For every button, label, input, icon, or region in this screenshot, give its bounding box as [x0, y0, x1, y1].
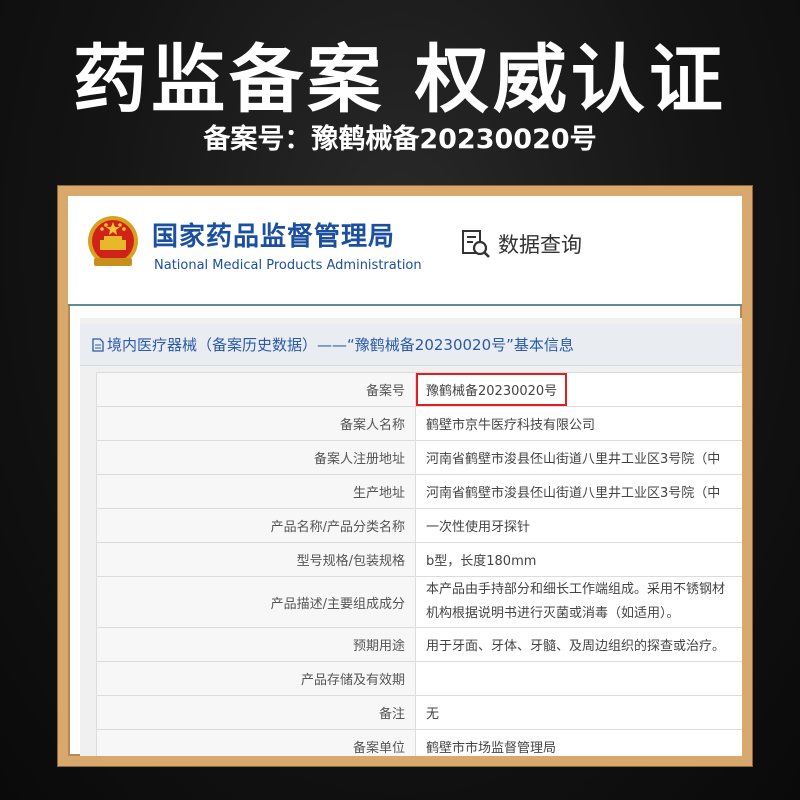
row-label-product-name: 产品名称/产品分类名称	[96, 508, 416, 543]
org-name-english: National Medical Products Administration	[154, 258, 422, 273]
row-value-production-address: 河南省鹤壁市浚县伾山街道八里井工业区3号院（中	[415, 474, 742, 509]
table-row: 备案号 豫鹤械备20230020号	[96, 372, 742, 407]
row-value-registered-address: 河南省鹤壁市浚县伾山街道八里井工业区3号院（中	[415, 440, 742, 475]
row-value-filing-authority: 鹤壁市市场监督管理局	[415, 729, 742, 756]
national-emblem-icon	[88, 216, 138, 266]
panel-title: 境内医疗器械（备案历史数据）——“豫鹤械备20230020号”基本信息	[80, 324, 742, 366]
description-line-2: 机构根据说明书进行灭菌或消毒（如适用）。	[426, 606, 680, 621]
table-row: 产品名称/产品分类名称 一次性使用牙探针	[96, 508, 742, 543]
document-icon	[92, 338, 104, 352]
org-name-chinese: 国家药品监督管理局	[152, 222, 396, 252]
row-label-filing-authority: 备案单位	[96, 729, 416, 756]
table-row: 备案人注册地址 河南省鹤壁市浚县伾山街道八里井工业区3号院（中	[96, 440, 742, 475]
headline: 药监备案 权威认证	[73, 37, 727, 123]
highlighted-filing-number: 豫鹤械备20230020号	[416, 373, 568, 406]
table-row: 备案单位 鹤壁市市场监督管理局	[96, 729, 742, 756]
row-value-filing-number: 豫鹤械备20230020号	[415, 372, 742, 407]
table-row: 备案人名称 鹤壁市京牛医疗科技有限公司	[96, 406, 742, 441]
data-query-link[interactable]: 数据查询	[460, 226, 582, 262]
row-label-intended-use: 预期用途	[96, 627, 416, 662]
row-label-description: 产品描述/主要组成成分	[96, 576, 416, 628]
table-row: 产品存储及有效期	[96, 661, 742, 696]
document-search-icon	[462, 230, 490, 258]
row-label-registered-address: 备案人注册地址	[96, 440, 416, 475]
row-label-registrant-name: 备案人名称	[96, 406, 416, 441]
row-label-model-spec: 型号规格/包装规格	[96, 542, 416, 577]
screenshot-frame: 国家药品监督管理局 National Medical Products Admi…	[58, 186, 752, 766]
row-label-filing-number: 备案号	[96, 372, 416, 407]
row-label-remarks: 备注	[96, 695, 416, 730]
row-value-remarks: 无	[415, 695, 742, 730]
row-value-model-spec: b型，长度180mm	[415, 542, 742, 577]
table-row: 备注 无	[96, 695, 742, 730]
row-label-production-address: 生产地址	[96, 474, 416, 509]
info-table-container: 备案号 豫鹤械备20230020号 备案人名称 鹤壁市京牛医疗科技有限公司 备案…	[96, 372, 742, 756]
table-row: 生产地址 河南省鹤壁市浚县伾山街道八里井工业区3号院（中	[96, 474, 742, 509]
info-table: 备案号 豫鹤械备20230020号 备案人名称 鹤壁市京牛医疗科技有限公司 备案…	[96, 372, 742, 756]
site-header: 国家药品监督管理局 National Medical Products Admi…	[68, 196, 742, 306]
table-row: 型号规格/包装规格 b型，长度180mm	[96, 542, 742, 577]
row-value-registrant-name: 鹤壁市京牛医疗科技有限公司	[415, 406, 742, 441]
panel-title-text: 境内医疗器械（备案历史数据）——“豫鹤械备20230020号”基本信息	[107, 336, 574, 354]
row-value-product-name: 一次性使用牙探针	[415, 508, 742, 543]
data-query-label: 数据查询	[498, 233, 582, 257]
description-line-1: 本产品由手持部分和细长工作端组成。采用不锈钢材	[426, 582, 726, 597]
row-value-description: 本产品由手持部分和细长工作端组成。采用不锈钢材 机构根据说明书进行灭菌或消毒（如…	[415, 576, 742, 628]
table-row: 预期用途 用于牙面、牙体、牙髓、及周边组织的探查或治疗。	[96, 627, 742, 662]
table-row: 产品描述/主要组成成分 本产品由手持部分和细长工作端组成。采用不锈钢材 机构根据…	[96, 576, 742, 628]
row-value-storage-validity	[415, 661, 742, 696]
row-label-storage-validity: 产品存储及有效期	[96, 661, 416, 696]
filing-number-subline: 备案号：豫鹤械备20230020号	[203, 124, 597, 155]
row-value-intended-use: 用于牙面、牙体、牙髓、及周边组织的探查或治疗。	[415, 627, 742, 662]
